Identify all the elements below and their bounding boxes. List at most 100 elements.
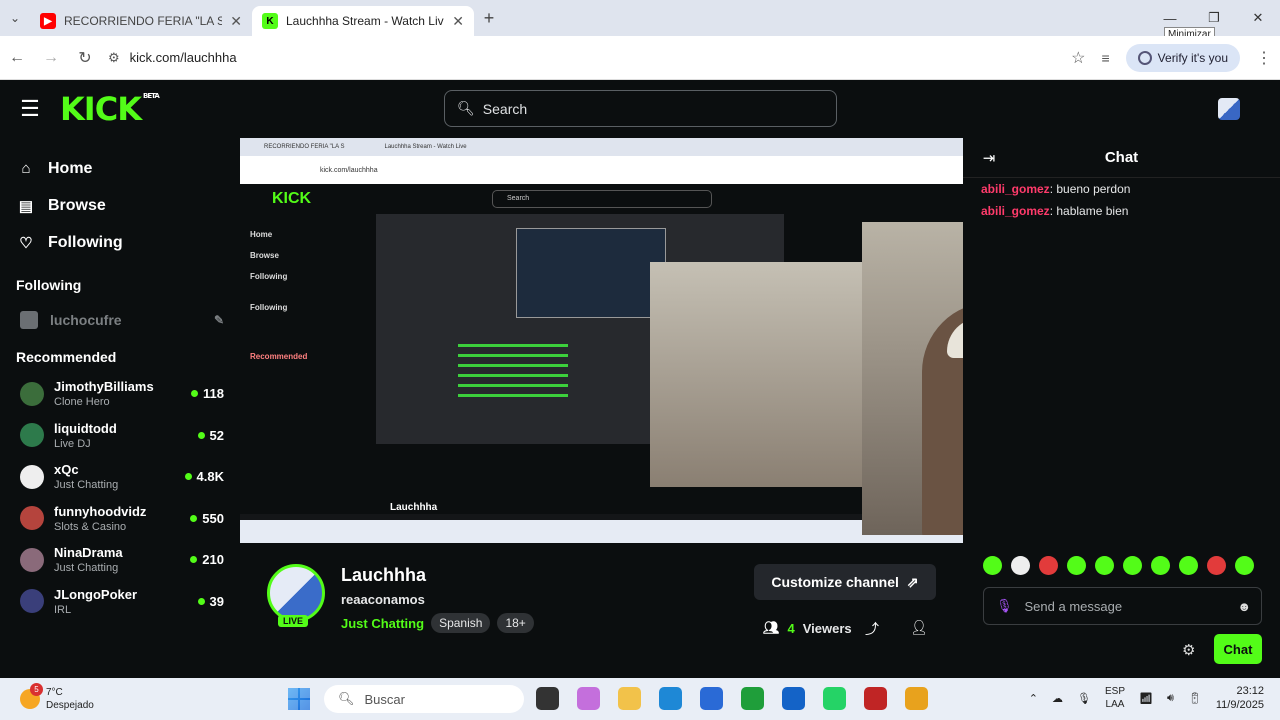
media-control-icon[interactable]: ≡ <box>1102 50 1110 66</box>
edge-icon[interactable] <box>659 687 682 710</box>
tab-youtube[interactable]: ▶ RECORRIENDO FERIA "LA SALA ✕ <box>30 6 252 36</box>
chevron-up-icon[interactable]: ⌃ <box>1029 692 1038 705</box>
chat-username[interactable]: abili_gomez <box>981 204 1050 218</box>
file-explorer-icon[interactable] <box>618 687 641 710</box>
store-icon[interactable] <box>700 687 723 710</box>
reload-button[interactable]: ↻ <box>68 48 102 68</box>
close-tab-icon[interactable]: ✕ <box>452 13 464 30</box>
task-view-icon[interactable] <box>536 687 559 710</box>
sidebar-item-browse[interactable]: ▤ Browse <box>0 187 240 224</box>
search-icon: 🔍︎ <box>338 691 355 706</box>
user-avatar[interactable] <box>1218 98 1240 120</box>
emote-icon[interactable] <box>1095 556 1114 575</box>
lang-code: ESP <box>1104 686 1125 697</box>
close-window-button[interactable]: ✕ <box>1236 0 1280 36</box>
verify-button[interactable]: Verify it's you <box>1125 43 1240 72</box>
search-input[interactable]: 🔍︎ Search <box>444 90 837 127</box>
emote-icon[interactable] <box>1123 556 1142 575</box>
url-field[interactable]: ⚙ kick.com/lauchhha <box>108 43 1068 73</box>
xbox-icon[interactable] <box>741 687 764 710</box>
chat-title: Chat <box>1104 149 1139 166</box>
emote-bar <box>983 556 1254 575</box>
live-dot-icon <box>191 390 199 398</box>
emote-icon[interactable] <box>1151 556 1170 575</box>
weather-widget[interactable]: 5 7°C Despejado <box>0 683 150 712</box>
new-tab-button[interactable]: + <box>474 8 504 29</box>
tag-pill[interactable]: Spanish <box>431 613 491 633</box>
channel-category: IRL <box>54 603 72 616</box>
tab-kick[interactable]: K Lauchhha Stream - Watch Live ✕ <box>252 6 474 36</box>
channel-name: funnyhoodvidz <box>54 503 147 519</box>
close-tab-icon[interactable]: ✕ <box>230 13 242 30</box>
channel-avatar <box>20 589 44 614</box>
channel-avatar[interactable] <box>267 564 325 622</box>
channel-category: Just Chatting <box>54 479 119 492</box>
bookmark-star-icon[interactable]: ☆ <box>1071 48 1085 68</box>
follow-user-icon[interactable]: 👤︎ <box>910 619 928 636</box>
volume-icon[interactable]: 🔊︎ <box>1167 692 1174 705</box>
emoji-icon[interactable]: ☻ <box>1237 599 1251 614</box>
clock-time: 23:12 <box>1236 685 1264 697</box>
mic-tray-icon[interactable]: 🎙︎ <box>1077 692 1091 705</box>
following-channel[interactable]: luchocufre ✎ <box>0 301 240 339</box>
emote-icon[interactable] <box>1039 556 1058 575</box>
viewer-number: 39 <box>209 593 224 609</box>
emote-icon[interactable] <box>1179 556 1198 575</box>
emote-icon[interactable] <box>983 556 1002 575</box>
sidebar-item-following[interactable]: ♡ Following <box>0 224 240 261</box>
forward-button[interactable]: → <box>34 49 68 67</box>
back-button[interactable]: ← <box>0 49 34 67</box>
inner-preview <box>516 228 666 318</box>
recommended-channel[interactable]: funnyhoodvidz Slots & Casino 550 <box>0 498 240 540</box>
collapse-chat-icon[interactable]: ⇥ <box>963 149 1015 167</box>
logo-beta-tag: BETA <box>142 92 160 100</box>
site-settings-icon[interactable]: ⚙ <box>108 50 120 66</box>
channel-avatar <box>20 547 44 572</box>
channel-name: JLongoPoker <box>54 586 138 602</box>
emote-icon[interactable] <box>1067 556 1086 575</box>
copilot-icon[interactable] <box>577 687 600 710</box>
kick-logo[interactable]: KICK BETA <box>60 90 160 128</box>
recommended-channel[interactable]: liquidtodd Live DJ 52 <box>0 415 240 457</box>
chat-username[interactable]: abili_gomez <box>981 182 1050 196</box>
share-icon[interactable]: ⤴ <box>865 619 879 639</box>
chat-message: abili_gomez: hablame bien <box>981 204 1129 218</box>
taskbar-search-input[interactable]: 🔍︎ Buscar <box>324 685 524 713</box>
tag-pill[interactable]: 18+ <box>497 613 534 633</box>
obs-icon[interactable] <box>864 687 887 710</box>
emote-icon[interactable] <box>1011 556 1030 575</box>
whatsapp-icon[interactable] <box>823 687 846 710</box>
send-chat-button[interactable]: Chat <box>1214 634 1262 664</box>
browser-menu-icon[interactable]: ⋮ <box>1256 48 1272 68</box>
recommended-channel[interactable]: JimothyBilliams Clone Hero 118 <box>0 373 240 415</box>
emote-icon[interactable] <box>1207 556 1226 575</box>
recommended-channel[interactable]: NinaDrama Just Chatting 210 <box>0 539 240 581</box>
viewers-label: Viewers <box>802 620 852 636</box>
category-link[interactable]: Just Chatting <box>341 616 424 631</box>
customize-channel-button[interactable]: Customize channel ⇗ <box>754 564 936 600</box>
inner-kick-logo: KICK <box>272 190 312 207</box>
inner-taskbar <box>240 520 963 543</box>
channel-name: JimothyBilliams <box>54 379 154 395</box>
recommended-channel[interactable]: xQc Just Chatting 4.8K <box>0 456 240 498</box>
clock[interactable]: 23:12 11/9/2025 <box>1216 684 1264 712</box>
onedrive-icon[interactable]: ☁ <box>1052 692 1063 705</box>
emote-icon[interactable] <box>1235 556 1254 575</box>
battery-icon[interactable]: 🔋︎ <box>1188 692 1202 705</box>
outlook-icon[interactable] <box>782 687 805 710</box>
channel-name[interactable]: Lauchhha <box>341 565 426 586</box>
chrome-icon[interactable] <box>905 687 928 710</box>
tab-list-chevron-icon[interactable]: ⌄ <box>0 11 30 25</box>
sidebar-item-home[interactable]: ⌂ Home <box>0 150 240 187</box>
chat-message-input[interactable]: 🎙︎ Send a message ☻ <box>983 587 1262 625</box>
language-indicator[interactable]: ESP LAA <box>1105 685 1125 711</box>
chat-settings-icon[interactable]: ⚙ <box>1182 641 1195 659</box>
hamburger-menu-icon[interactable]: ☰ <box>0 96 60 122</box>
inner-nav: Following <box>250 272 288 281</box>
microphone-icon[interactable]: 🎙︎ <box>996 598 1013 614</box>
video-player[interactable]: RECORRIENDO FERIA "LA S Lauchhha Stream … <box>240 138 963 543</box>
wifi-icon[interactable]: 📶︎ <box>1139 692 1153 705</box>
windows-start-icon[interactable] <box>288 688 310 710</box>
inner-channel-name: Lauchhha <box>390 502 438 513</box>
recommended-channel[interactable]: JLongoPoker IRL 39 <box>0 581 240 623</box>
